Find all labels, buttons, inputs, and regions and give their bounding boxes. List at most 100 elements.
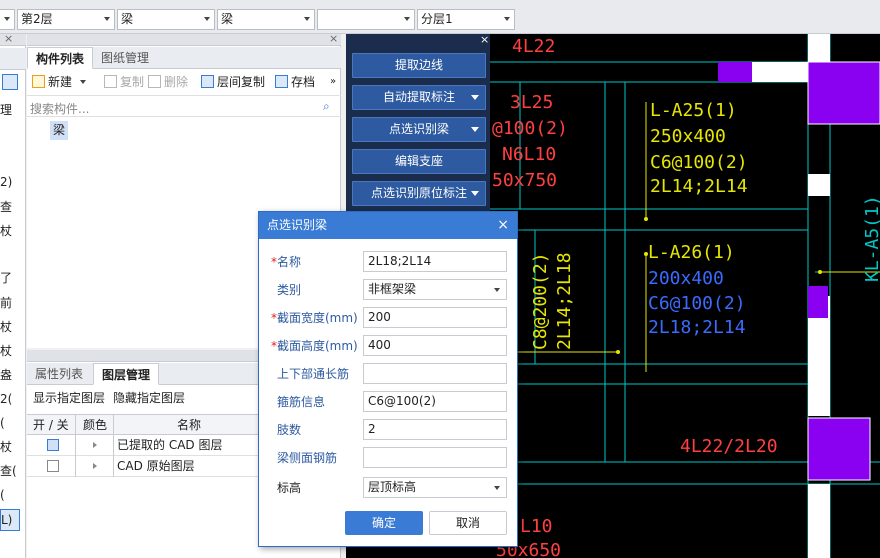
recognition-panel: × 提取边线 自动提取标注 点选识别梁 编辑支座 点选识别原位标注	[346, 34, 490, 214]
dialog-title-bar[interactable]: 点选识别梁	[259, 212, 517, 239]
field-value: C6@100(2)	[368, 394, 436, 408]
strip-text: (	[0, 488, 5, 502]
new-button[interactable]: 新建	[32, 71, 86, 93]
copy-button[interactable]: 复制	[104, 71, 144, 93]
cad-text: 2L14;2L14	[650, 176, 748, 197]
floor-copy-label: 层间复制	[217, 75, 266, 89]
save-button[interactable]: 存档	[275, 71, 315, 93]
search-input[interactable]: 搜索构件... ⌕	[27, 95, 341, 117]
save-label: 存档	[291, 75, 316, 89]
legs-field[interactable]: 2	[363, 419, 507, 440]
field-label-side-bars: 梁侧面钢筋	[277, 451, 337, 465]
hide-layer-link[interactable]: 隐藏指定图层	[113, 390, 185, 406]
tab-layer-management[interactable]: 图层管理	[93, 363, 160, 385]
cad-text: 50x750	[492, 170, 557, 191]
cancel-button[interactable]: 取消	[429, 511, 507, 535]
chevron-down-icon[interactable]	[471, 191, 479, 196]
floor-select[interactable]: 第2层	[17, 9, 115, 30]
section-height-field[interactable]: 400	[363, 335, 507, 356]
category-select-value: 梁	[121, 12, 134, 26]
auto-extract-labels-button[interactable]: 自动提取标注	[352, 85, 486, 110]
copy-label: 复制	[120, 75, 145, 89]
tab-component-list[interactable]: 构件列表	[27, 47, 94, 69]
extract-edges-button[interactable]: 提取边线	[352, 53, 486, 78]
elevation-select[interactable]: 层顶标高	[363, 477, 507, 498]
stirrup-field[interactable]: C6@100(2)	[363, 391, 507, 412]
field-value: 层顶标高	[368, 480, 417, 494]
left-panel-strip: × 理 2) 查 杖 了 前 杖 杖 盎 2( ( 杖 查( ( L)	[0, 33, 26, 558]
name-field[interactable]: 2L18;2L14	[363, 251, 507, 272]
label-text: 截面高度(mm)	[277, 339, 358, 353]
chevron-down-icon	[404, 17, 410, 21]
close-icon[interactable]: ×	[4, 33, 13, 44]
tab-drawing-management[interactable]: 图纸管理	[93, 47, 157, 69]
field-label-legs: 肢数	[277, 423, 301, 437]
close-icon[interactable]: ×	[497, 212, 509, 239]
header-color: 颜色	[83, 418, 108, 432]
chevron-down-icon	[79, 80, 86, 84]
field-label-through-bars: 上下部通长筋	[277, 367, 349, 381]
cad-text: N6L10	[502, 144, 556, 165]
tab-properties[interactable]: 属性列表	[27, 363, 91, 385]
delete-icon	[148, 75, 161, 88]
field-label-name: *名称	[271, 255, 302, 269]
layer-select[interactable]: 分层1	[417, 9, 515, 30]
chevron-down-icon[interactable]	[471, 95, 479, 100]
pick-recognize-insitu-label-button[interactable]: 点选识别原位标注	[352, 181, 486, 206]
column-divider	[113, 414, 114, 477]
section-width-field[interactable]: 200	[363, 307, 507, 328]
type-select[interactable]: 梁	[217, 9, 315, 30]
side-bars-field[interactable]	[363, 447, 507, 468]
column-divider	[75, 414, 76, 477]
cad-text: 4L22	[512, 36, 555, 57]
close-icon[interactable]: ×	[480, 34, 489, 45]
label-text: 名称	[277, 255, 302, 269]
cad-text: 200x400	[648, 268, 724, 289]
category-select[interactable]: 梁	[117, 9, 215, 30]
label-text: 类别	[277, 283, 302, 297]
overflow-icon[interactable]: »	[330, 71, 336, 93]
close-icon[interactable]: ×	[329, 33, 338, 44]
toolbar-combo-prev[interactable]	[0, 9, 15, 30]
layer-toggle-checkbox[interactable]	[47, 439, 59, 451]
edit-support-button[interactable]: 编辑支座	[352, 149, 486, 174]
archive-icon	[275, 75, 288, 88]
header-toggle: 开 / 关	[33, 418, 69, 432]
floor-select-value: 第2层	[21, 12, 53, 26]
strip-text: 杖	[0, 440, 13, 454]
label-text: 箍筋信息	[277, 395, 326, 409]
pick-recognize-beam-button[interactable]: 点选识别梁	[352, 117, 486, 142]
show-layer-link[interactable]: 显示指定图层	[33, 390, 105, 406]
search-icon[interactable]: ⌕	[323, 99, 330, 114]
strip-text: 前	[0, 296, 13, 310]
cad-text: C6@100(2)	[650, 152, 748, 173]
app-window: { "toolbar": { "floor": "第2层", "category…	[0, 0, 880, 558]
cad-text: 2L18;2L14	[648, 317, 746, 338]
cad-text: L10	[520, 516, 553, 537]
delete-button[interactable]: 删除	[148, 71, 188, 93]
layer-name: 已提取的 CAD 图层	[117, 438, 223, 452]
sub-select[interactable]	[317, 9, 415, 30]
ok-button[interactable]: 确定	[345, 511, 423, 535]
nav-label: 点选识别原位标注	[370, 186, 467, 200]
panel-toggle-icon[interactable]	[2, 74, 18, 90]
tree-item-beam[interactable]: 梁	[50, 121, 69, 140]
floor-copy-button[interactable]: 层间复制	[201, 71, 265, 93]
search-placeholder: 搜索构件...	[30, 102, 90, 116]
through-bars-field[interactable]	[363, 363, 507, 384]
strip-text: 杖	[0, 224, 13, 238]
chevron-down-icon[interactable]	[471, 127, 479, 132]
strip-selected-item[interactable]: L)	[0, 509, 20, 531]
strip-text: 2(	[0, 392, 13, 406]
label-text: 截面宽度(mm)	[277, 311, 358, 325]
category-select[interactable]: 非框架梁	[363, 279, 507, 300]
expand-icon[interactable]	[93, 442, 97, 448]
chevron-down-icon	[494, 486, 500, 490]
layer-toggle-checkbox[interactable]	[47, 460, 59, 472]
pick-recognize-beam-dialog: 点选识别梁 × *名称 2L18;2L14 类别 非框架梁 *截面宽度(mm) …	[258, 211, 518, 547]
cad-text: L-A25(1)	[650, 100, 737, 121]
strip-text: 了	[0, 271, 13, 285]
expand-icon[interactable]	[93, 463, 97, 469]
cad-canvas[interactable]: 4L22 3L25 @100(2) N6L10 50x750 L-A25(1) …	[490, 34, 880, 558]
field-label-category: 类别	[277, 283, 301, 297]
